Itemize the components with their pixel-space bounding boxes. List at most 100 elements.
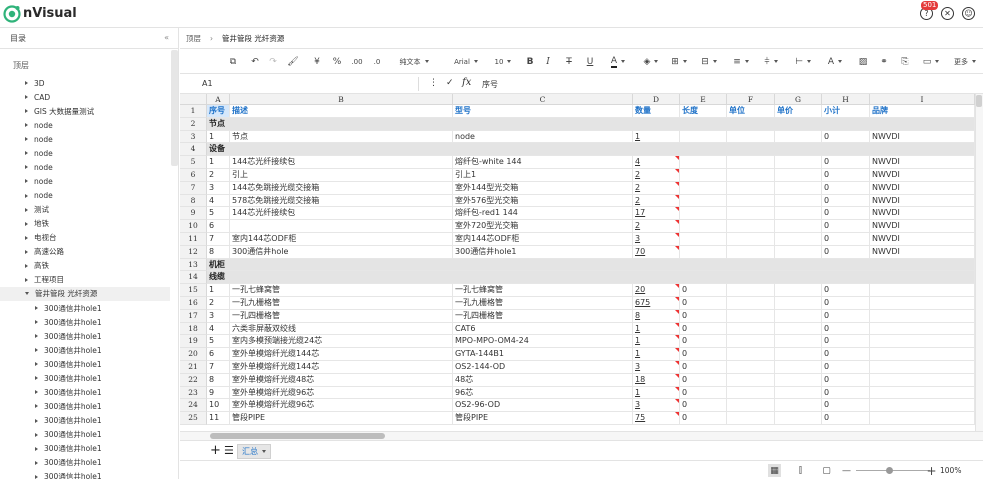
- cell[interactable]: 20: [633, 284, 680, 297]
- cell[interactable]: [870, 386, 975, 400]
- cell[interactable]: [680, 245, 727, 259]
- cell[interactable]: 序号: [207, 105, 230, 118]
- cell[interactable]: 品牌: [870, 105, 975, 118]
- cell[interactable]: 室外单模熔纤光缆144芯: [230, 348, 453, 361]
- collapsed-arrow-icon[interactable]: [35, 390, 38, 395]
- formula-input[interactable]: 序号: [482, 79, 498, 90]
- column-header[interactable]: H: [822, 94, 870, 105]
- cell[interactable]: 5: [207, 335, 230, 349]
- cell[interactable]: 3: [207, 181, 230, 195]
- cell[interactable]: [680, 207, 727, 221]
- column-header[interactable]: C: [453, 94, 633, 105]
- row-number[interactable]: 22: [180, 373, 207, 387]
- cell[interactable]: [680, 169, 727, 182]
- cell[interactable]: 一孔九栅格管: [230, 297, 453, 310]
- cell[interactable]: 1: [207, 130, 230, 144]
- column-header[interactable]: F: [727, 94, 775, 105]
- tree-item[interactable]: 300通信井hole1: [0, 470, 170, 479]
- percent-icon[interactable]: %: [330, 54, 344, 69]
- cell[interactable]: [775, 194, 822, 208]
- row-number[interactable]: 16: [180, 297, 207, 310]
- tree-item[interactable]: node: [0, 174, 170, 188]
- row-number[interactable]: 25: [180, 412, 207, 425]
- cell[interactable]: 8: [633, 309, 680, 323]
- cell[interactable]: 熔纤包-white 144: [453, 156, 633, 169]
- cell[interactable]: [727, 373, 775, 387]
- row-number[interactable]: 17: [180, 309, 207, 323]
- cell[interactable]: 2: [207, 297, 230, 310]
- cell[interactable]: [870, 373, 975, 387]
- cell[interactable]: [680, 233, 727, 246]
- cell[interactable]: [680, 156, 727, 169]
- cell[interactable]: 0: [680, 348, 727, 361]
- comment-icon[interactable]: ▭: [920, 54, 942, 69]
- cell[interactable]: [775, 399, 822, 413]
- collapsed-arrow-icon[interactable]: [35, 376, 38, 381]
- redo-icon[interactable]: ↷: [266, 54, 280, 69]
- cell[interactable]: [727, 386, 775, 400]
- page-break-view-icon[interactable]: ⫿: [794, 464, 807, 477]
- row-number[interactable]: 14: [180, 271, 207, 285]
- collapsed-arrow-icon[interactable]: [35, 418, 38, 423]
- tree-item[interactable]: 300通信井hole1: [0, 428, 170, 442]
- cell[interactable]: 室外单模熔纤光缆96芯: [230, 399, 453, 413]
- cell[interactable]: [727, 399, 775, 413]
- cell[interactable]: 0: [822, 207, 870, 221]
- column-header[interactable]: G: [775, 94, 822, 105]
- collapsed-arrow-icon[interactable]: [35, 362, 38, 367]
- cell[interactable]: 75: [633, 412, 680, 425]
- cell[interactable]: 7: [207, 233, 230, 246]
- row-number[interactable]: 11: [180, 233, 207, 246]
- cell[interactable]: 0: [822, 233, 870, 246]
- horizontal-align-icon[interactable]: ≡: [730, 54, 752, 69]
- cell[interactable]: 3: [207, 309, 230, 323]
- cell[interactable]: NWVDI: [870, 181, 975, 195]
- currency-icon[interactable]: ¥: [310, 54, 324, 69]
- cell[interactable]: [727, 220, 775, 233]
- cell[interactable]: NWVDI: [870, 194, 975, 208]
- undo-icon[interactable]: ↶: [248, 54, 262, 69]
- cell[interactable]: [727, 309, 775, 323]
- cell[interactable]: 0: [680, 412, 727, 425]
- cell[interactable]: [775, 284, 822, 297]
- collapsed-arrow-icon[interactable]: [25, 193, 28, 198]
- row-number[interactable]: 2: [180, 117, 207, 131]
- cell[interactable]: NWVDI: [870, 220, 975, 233]
- tree-item[interactable]: 地铁: [0, 217, 170, 231]
- text-rotate-icon[interactable]: A: [824, 54, 846, 69]
- cell[interactable]: 6: [207, 348, 230, 361]
- cell[interactable]: 一孔九栅格管: [453, 297, 633, 310]
- collapsed-arrow-icon[interactable]: [35, 306, 38, 311]
- collapsed-arrow-icon[interactable]: [25, 235, 28, 240]
- user-icon[interactable]: ☺: [962, 7, 975, 20]
- cell[interactable]: [727, 156, 775, 169]
- italic-icon[interactable]: I: [542, 54, 554, 69]
- zoom-out-button[interactable]: —: [840, 464, 853, 477]
- sheet-list-icon[interactable]: ☰: [224, 444, 234, 457]
- cell[interactable]: [775, 348, 822, 361]
- collapsed-arrow-icon[interactable]: [25, 179, 28, 184]
- cell[interactable]: 0: [822, 361, 870, 374]
- merge-cells-icon[interactable]: ⊟: [698, 54, 720, 69]
- cell[interactable]: 1: [207, 284, 230, 297]
- cell[interactable]: 2: [633, 220, 680, 233]
- page-layout-view-icon[interactable]: ▢: [820, 464, 833, 477]
- cell[interactable]: OS2-144-OD: [453, 361, 633, 374]
- expanded-arrow-icon[interactable]: [25, 292, 29, 296]
- settings-icon[interactable]: ✕: [941, 7, 954, 20]
- cell[interactable]: 4: [207, 322, 230, 336]
- copy-format-icon[interactable]: ⧉: [226, 54, 240, 69]
- cell[interactable]: [727, 335, 775, 349]
- cell[interactable]: 96芯: [453, 386, 633, 400]
- cell[interactable]: node: [453, 130, 633, 144]
- cell[interactable]: 1: [207, 156, 230, 169]
- vertical-scroll-thumb[interactable]: [976, 95, 982, 107]
- sheet-tab[interactable]: 汇总: [237, 444, 271, 459]
- tree-item[interactable]: GIS 大数据量测试: [0, 104, 170, 118]
- cell[interactable]: [870, 284, 975, 297]
- cell[interactable]: 0: [822, 245, 870, 259]
- row-number[interactable]: 3: [180, 130, 207, 144]
- tree-item[interactable]: CAD: [0, 90, 170, 104]
- cell[interactable]: [775, 335, 822, 349]
- add-sheet-button[interactable]: +: [210, 443, 221, 458]
